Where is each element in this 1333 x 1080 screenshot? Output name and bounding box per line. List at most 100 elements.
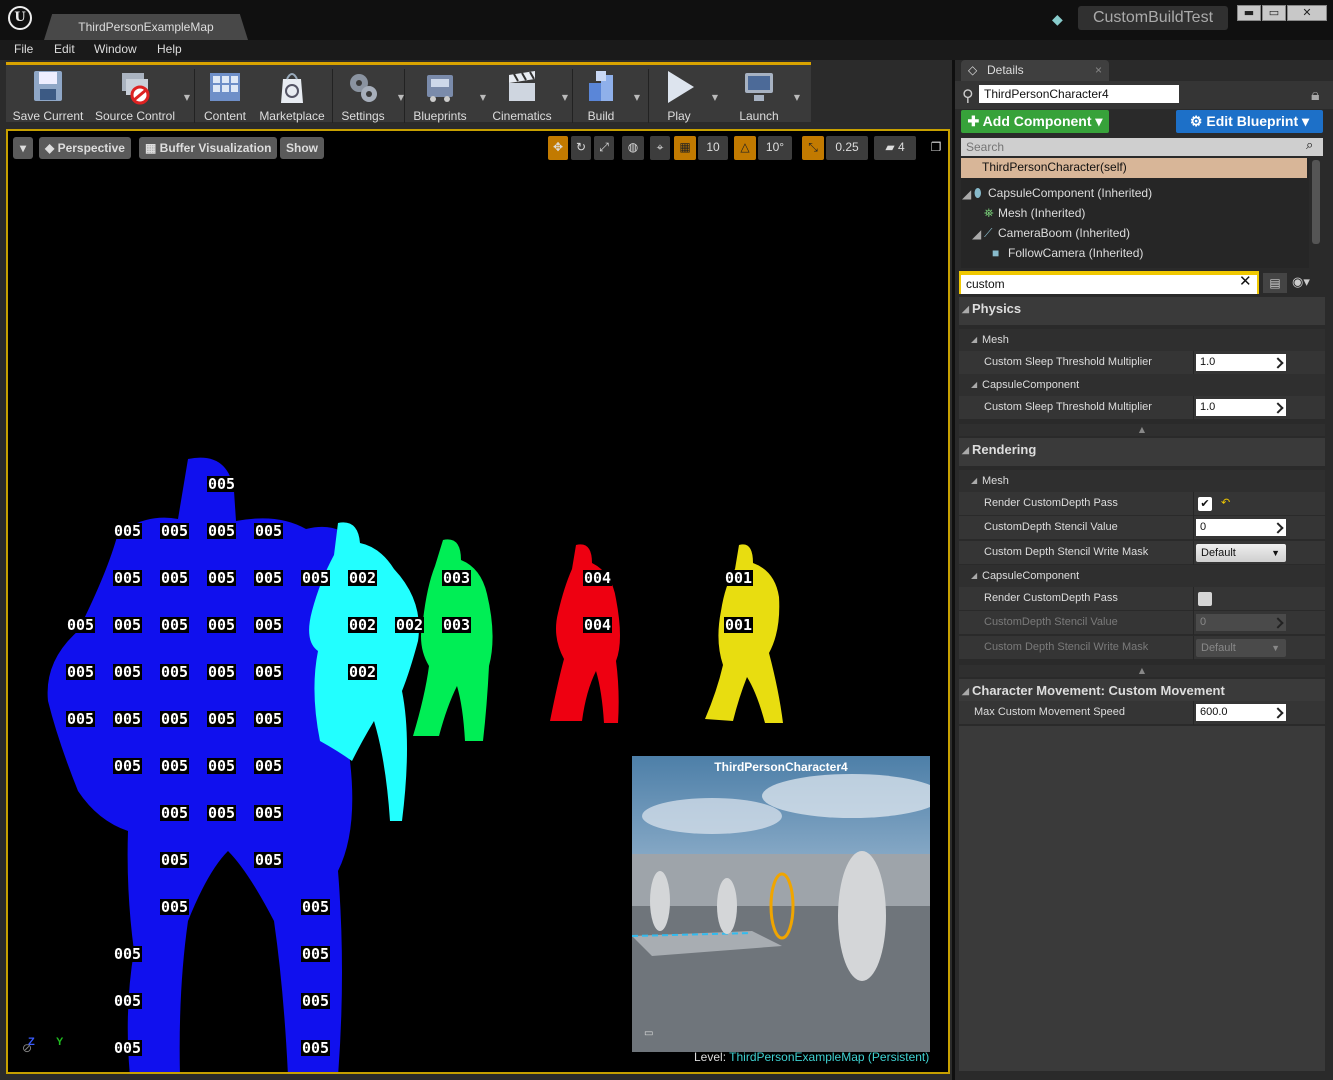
gear-icon bbox=[350, 74, 377, 102]
stencil-label: 004 bbox=[583, 616, 613, 634]
character-silhouette-003 bbox=[413, 539, 493, 741]
camera-speed-button[interactable]: ▰ 4 bbox=[874, 136, 916, 160]
stencil-label: 005 bbox=[113, 757, 143, 775]
capsule-render-customdepth-checkbox[interactable] bbox=[1198, 592, 1212, 606]
main-toolbar: Save Current Source Control ▼ Content Ma… bbox=[6, 62, 811, 125]
maximize-viewport-icon[interactable]: ❐ bbox=[928, 136, 944, 160]
clear-filter-icon[interactable]: ✕ bbox=[1239, 272, 1252, 290]
component-row-capsule[interactable]: CapsuleComponent (Inherited) bbox=[988, 186, 1152, 200]
buffer-visualization-label: Buffer Visualization bbox=[159, 141, 272, 155]
expand-arrow-icon[interactable]: ◢ bbox=[962, 187, 971, 201]
capsule-sleep-threshold-input[interactable]: 1.0 bbox=[1196, 399, 1286, 416]
category-rendering[interactable]: ◢ Rendering bbox=[959, 438, 1325, 466]
scale-tool-icon[interactable]: ⤢ bbox=[594, 136, 614, 160]
component-row-followcamera[interactable]: FollowCamera (Inherited) bbox=[1008, 246, 1143, 260]
grid-snap-icon[interactable]: ▦ bbox=[674, 136, 696, 160]
subcategory-mesh[interactable]: ◢ Mesh bbox=[959, 470, 1325, 492]
edit-blueprint-button[interactable]: ⚙ Edit Blueprint ▾ bbox=[1176, 110, 1323, 133]
menu-file[interactable]: File bbox=[14, 42, 33, 56]
launch-button[interactable]: Launch ▼ bbox=[732, 67, 800, 125]
level-viewport[interactable]: ▾ ◆ Perspective ▦ Buffer Visualization S… bbox=[6, 129, 950, 1074]
collapse-rendering-icon[interactable]: ▲ bbox=[959, 665, 1325, 677]
build-button[interactable]: Build ▼ bbox=[576, 67, 640, 125]
rotate-tool-icon[interactable]: ↻ bbox=[571, 136, 591, 160]
subcategory-capsule[interactable]: ◢ CapsuleComponent bbox=[959, 374, 1325, 396]
lock-icon[interactable]: 🔒︎ bbox=[1311, 85, 1320, 105]
stencil-label: 005 bbox=[254, 710, 284, 728]
content-label: Content bbox=[203, 109, 247, 123]
play-button[interactable]: Play ▼ bbox=[654, 67, 718, 125]
component-row-cameraboom[interactable]: CameraBoom (Inherited) bbox=[998, 226, 1130, 240]
expand-arrow-icon[interactable]: ◢ bbox=[972, 227, 981, 241]
property-row-capsule-render-cd: Render CustomDepth Pass bbox=[959, 587, 1325, 611]
maximize-button[interactable]: ▭ bbox=[1262, 5, 1286, 21]
blueprints-dropdown-icon[interactable]: ▼ bbox=[480, 93, 486, 102]
component-row-mesh[interactable]: Mesh (Inherited) bbox=[998, 206, 1085, 220]
cinematics-dropdown-icon[interactable]: ▼ bbox=[562, 93, 568, 102]
camera-preview: ThirdPersonCharacter4 ▭ bbox=[632, 756, 930, 1052]
play-dropdown-icon[interactable]: ▼ bbox=[712, 93, 718, 102]
world-space-icon[interactable]: ◍ bbox=[622, 136, 644, 160]
camera-speed-icon: ▰ bbox=[885, 140, 898, 154]
menu-edit[interactable]: Edit bbox=[54, 42, 75, 56]
add-component-button[interactable]: ✚ Add Component ▾ bbox=[961, 110, 1109, 133]
menu-window[interactable]: Window bbox=[94, 42, 137, 56]
property-matrix-icon[interactable]: ▤ bbox=[1263, 273, 1287, 293]
subcategory-capsule[interactable]: ◢ CapsuleComponent bbox=[959, 565, 1325, 587]
stencil-label: 005 bbox=[254, 663, 284, 681]
reset-to-default-icon[interactable]: ↶ bbox=[1221, 496, 1230, 509]
rotation-snap-icon[interactable]: △ bbox=[734, 136, 756, 160]
buffer-visualization-button[interactable]: ▦ Buffer Visualization bbox=[139, 137, 278, 159]
marketplace-button[interactable]: Marketplace bbox=[258, 67, 326, 125]
launch-dropdown-icon[interactable]: ▼ bbox=[794, 93, 800, 102]
show-button[interactable]: Show bbox=[280, 137, 324, 159]
scale-snap-value[interactable]: 0.25 bbox=[826, 136, 868, 160]
source-control-dropdown-icon[interactable]: ▼ bbox=[184, 93, 190, 102]
blueprints-button[interactable]: Blueprints ▼ bbox=[408, 67, 486, 125]
stencil-label: 005 bbox=[301, 945, 331, 963]
property-label: Custom Sleep Threshold Multiplier bbox=[984, 356, 1152, 368]
translate-tool-icon[interactable]: ✥ bbox=[548, 136, 568, 160]
component-search-input[interactable] bbox=[961, 138, 1323, 156]
mesh-sleep-threshold-input[interactable]: 1.0 bbox=[1196, 354, 1286, 371]
category-physics[interactable]: ◢ Physics bbox=[959, 297, 1325, 325]
close-window-button[interactable]: ✕ bbox=[1287, 5, 1327, 21]
component-row-self[interactable]: ThirdPersonCharacter(self) bbox=[961, 158, 1307, 178]
content-button[interactable]: Content bbox=[200, 67, 250, 125]
actor-name-field[interactable]: ThirdPersonCharacter4 bbox=[979, 85, 1179, 103]
level-tab[interactable]: ThirdPersonExampleMap bbox=[44, 14, 248, 40]
stencil-label: 005 bbox=[66, 663, 96, 681]
settings-button[interactable]: Settings ▼ bbox=[336, 67, 404, 125]
minimize-button[interactable]: ▬ bbox=[1237, 5, 1261, 21]
capsule-stencil-value-input[interactable]: 0 bbox=[1196, 614, 1286, 631]
grid-snap-value[interactable]: 10 bbox=[698, 136, 728, 160]
build-dropdown-icon[interactable]: ▼ bbox=[634, 93, 640, 102]
cinematics-button[interactable]: Cinematics ▼ bbox=[490, 67, 568, 125]
details-tab[interactable]: ◇ Details × bbox=[961, 60, 1109, 81]
stencil-label: 003 bbox=[442, 569, 472, 587]
perspective-button[interactable]: ◆ Perspective bbox=[39, 137, 131, 159]
capsule-stencil-mask-select[interactable]: Default ▼ bbox=[1196, 639, 1286, 657]
save-current-button[interactable]: Save Current bbox=[10, 67, 86, 125]
property-filter-input[interactable] bbox=[961, 274, 1257, 294]
component-tree-scrollbar[interactable] bbox=[1312, 160, 1320, 244]
viewport-options-dropdown[interactable]: ▾ bbox=[13, 137, 33, 159]
surface-snap-icon[interactable]: ⌖ bbox=[650, 136, 670, 160]
source-control-button[interactable]: Source Control ▼ bbox=[94, 67, 190, 125]
property-row-capsule-stencil-mask: Custom Depth Stencil Write Mask Default ▼ bbox=[959, 636, 1325, 660]
max-custom-movement-speed-input[interactable]: 600.0 bbox=[1196, 704, 1286, 721]
mesh-stencil-value-input[interactable]: 0 bbox=[1196, 519, 1286, 536]
stencil-label: 005 bbox=[113, 992, 143, 1010]
subcategory-mesh[interactable]: ◢ Mesh bbox=[959, 329, 1325, 351]
menu-bar: File Edit Window Help bbox=[0, 40, 1333, 60]
view-options-icon[interactable]: ◉▾ bbox=[1292, 275, 1310, 290]
mesh-render-customdepth-checkbox[interactable]: ✔ bbox=[1198, 497, 1212, 511]
menu-help[interactable]: Help bbox=[157, 42, 182, 56]
scale-snap-icon[interactable]: ⤡ bbox=[802, 136, 824, 160]
mesh-stencil-mask-select[interactable]: Default ▼ bbox=[1196, 544, 1286, 562]
category-movement-label: Character Movement: Custom Movement bbox=[972, 683, 1225, 698]
close-tab-icon[interactable]: × bbox=[1095, 60, 1102, 81]
collapse-physics-icon[interactable]: ▲ bbox=[959, 424, 1325, 436]
rotation-snap-value[interactable]: 10° bbox=[758, 136, 792, 160]
stencil-label: 001 bbox=[724, 569, 754, 587]
